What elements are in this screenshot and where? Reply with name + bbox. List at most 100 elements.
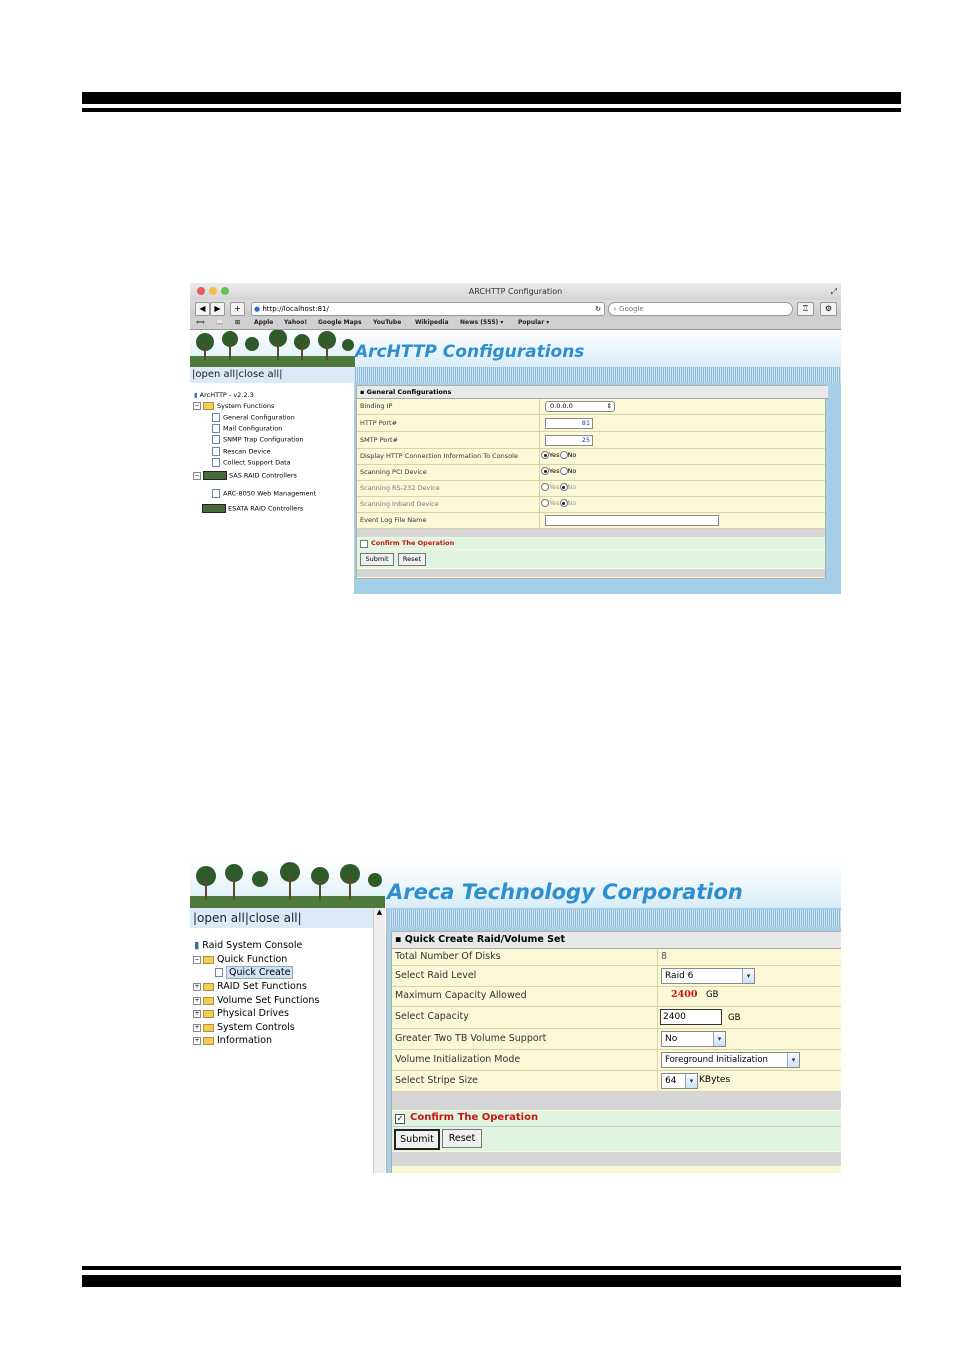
tree-arc-8050[interactable]: ARC-8050 Web Management bbox=[212, 489, 316, 498]
radio-yes[interactable] bbox=[541, 467, 549, 475]
init-mode-select[interactable]: Foreground Initialization ▾ bbox=[661, 1052, 800, 1068]
expand-icon[interactable]: + bbox=[193, 1023, 201, 1032]
tree-esata-controllers[interactable]: ESATA RAID Controllers bbox=[202, 504, 303, 513]
tree-root[interactable]: ▮ Raid System Console bbox=[194, 940, 302, 951]
controller-card-icon bbox=[202, 504, 226, 513]
fullscreen-icon[interactable]: ⤢ bbox=[831, 283, 837, 300]
radio-no[interactable] bbox=[559, 451, 568, 459]
init-mode-label: Volume Initialization Mode bbox=[395, 1054, 521, 1065]
radio-yes[interactable] bbox=[541, 499, 549, 507]
http-port-label: HTTP Port# bbox=[360, 419, 398, 427]
tree-general-configuration[interactable]: General Configuration bbox=[212, 413, 295, 422]
tree-volume-set-functions[interactable]: + Volume Set Functions bbox=[193, 995, 319, 1006]
expand-icon[interactable]: + bbox=[193, 1009, 201, 1018]
chevron-down-icon[interactable]: ▾ bbox=[787, 1053, 799, 1067]
tree-root[interactable]: ▮ ArcHTTP - v2.2.3 bbox=[194, 391, 254, 399]
add-bookmark-button[interactable]: + bbox=[230, 302, 245, 316]
settings-icon[interactable]: ⚙ bbox=[820, 302, 837, 316]
tree-system-functions[interactable]: − System Functions bbox=[193, 402, 274, 410]
confirm-checkbox[interactable]: ✓ bbox=[395, 1114, 405, 1124]
tb-support-select[interactable]: No ▾ bbox=[661, 1031, 726, 1047]
tree-quick-create[interactable]: Quick Create bbox=[215, 966, 294, 979]
chevron-down-icon[interactable]: ▾ bbox=[742, 969, 754, 983]
expand-icon[interactable]: + bbox=[193, 996, 201, 1005]
left-scrollbar[interactable]: ▲ bbox=[373, 908, 385, 1173]
bookmark-youtube[interactable]: YouTube bbox=[373, 317, 401, 329]
total-disks-label: Total Number Of Disks bbox=[395, 951, 501, 962]
binding-ip-select[interactable]: 0.0.0.0 ⇕ bbox=[545, 401, 615, 412]
confirm-label: Confirm The Operation bbox=[410, 1112, 539, 1123]
collapse-icon[interactable]: − bbox=[193, 471, 201, 480]
http-port-input[interactable]: 81 bbox=[545, 418, 593, 429]
max-capacity-value: 2400 bbox=[671, 989, 698, 1000]
close-window-icon[interactable] bbox=[197, 287, 205, 295]
tree-snmp-configuration[interactable]: SNMP Trap Configuration bbox=[212, 435, 304, 444]
reset-button[interactable]: Reset bbox=[398, 553, 426, 566]
tree-sas-controllers[interactable]: − SAS RAID Controllers bbox=[193, 471, 297, 480]
search-field[interactable]: ⌕ Google bbox=[608, 302, 793, 316]
bookmark-icon-grid[interactable]: ⊞ bbox=[235, 317, 240, 329]
url-field[interactable]: ● http://localhost:81/ ↻ bbox=[251, 302, 605, 316]
expand-icon[interactable]: + bbox=[193, 1036, 201, 1045]
bookmark-wikipedia[interactable]: Wikipedia bbox=[415, 317, 449, 329]
select-capacity-unit: GB bbox=[728, 1013, 741, 1023]
reader-button[interactable]: ♖ bbox=[797, 302, 814, 316]
open-close-links[interactable]: |open all|close all| bbox=[190, 908, 375, 928]
bookmark-yahoo[interactable]: Yahoo! bbox=[284, 317, 307, 329]
row-max-capacity: Maximum Capacity Allowed 2400 GB bbox=[392, 987, 841, 1007]
tree-rescan-device[interactable]: Rescan Device bbox=[212, 447, 271, 456]
folder-icon bbox=[203, 982, 214, 991]
section-header: ▪ Quick Create Raid/Volume Set bbox=[392, 932, 841, 949]
raid-level-select[interactable]: Raid 6 ▾ bbox=[661, 968, 755, 984]
row-total-disks: Total Number Of Disks 8 bbox=[392, 949, 841, 966]
banner: Areca Technology Corporation bbox=[190, 862, 841, 908]
tree-information[interactable]: + Information bbox=[193, 1035, 272, 1046]
dotted-header-strip bbox=[390, 910, 841, 927]
collapse-icon[interactable]: − bbox=[193, 955, 201, 964]
radio-yes[interactable] bbox=[541, 451, 549, 459]
row-binding-ip: Binding IP 0.0.0.0 ⇕ bbox=[357, 399, 825, 415]
max-capacity-label: Maximum Capacity Allowed bbox=[395, 990, 527, 1001]
event-log-input[interactable] bbox=[545, 515, 719, 526]
open-close-links[interactable]: |open all|close all| bbox=[190, 367, 356, 383]
bookmark-popular[interactable]: Popular ▾ bbox=[518, 317, 549, 329]
bookmark-apple[interactable]: Apple bbox=[254, 317, 273, 329]
collapse-icon[interactable]: − bbox=[193, 402, 201, 410]
reload-icon[interactable]: ↻ bbox=[595, 303, 601, 315]
browser-toolbar: ◀ ▶ + ● http://localhost:81/ ↻ ⌕ Google … bbox=[190, 300, 841, 317]
radio-yes[interactable] bbox=[541, 483, 549, 491]
banner: ArcHTTP Configurations bbox=[190, 330, 841, 367]
tree-mail-configuration[interactable]: Mail Configuration bbox=[212, 424, 282, 433]
submit-button[interactable]: Submit bbox=[360, 553, 394, 566]
spacer-strip bbox=[357, 529, 825, 537]
minimize-window-icon[interactable] bbox=[209, 287, 217, 295]
bookmark-google-maps[interactable]: Google Maps bbox=[318, 317, 362, 329]
scroll-up-icon[interactable]: ▲ bbox=[374, 908, 385, 916]
tree-raid-set-functions[interactable]: + RAID Set Functions bbox=[193, 981, 307, 992]
forward-button[interactable]: ▶ bbox=[210, 302, 225, 316]
display-http-radios: Yes No bbox=[541, 451, 576, 459]
tree-system-controls[interactable]: + System Controls bbox=[193, 1022, 295, 1033]
section-header: ▪ General Configurations bbox=[357, 386, 828, 399]
chevron-down-icon[interactable]: ▾ bbox=[713, 1032, 725, 1046]
smtp-port-input[interactable]: 25 bbox=[545, 435, 593, 446]
reset-button[interactable]: Reset bbox=[442, 1129, 482, 1148]
zoom-window-icon[interactable] bbox=[221, 287, 229, 295]
back-button[interactable]: ◀ bbox=[195, 302, 210, 316]
tree-quick-function[interactable]: − Quick Function bbox=[193, 954, 287, 965]
chevron-down-icon[interactable]: ▾ bbox=[685, 1074, 697, 1088]
bookmark-news[interactable]: News (555) ▾ bbox=[460, 317, 503, 329]
stripe-size-unit: KBytes bbox=[699, 1075, 731, 1085]
bookmark-icon-reading[interactable]: ⟺ bbox=[196, 317, 205, 329]
radio-no[interactable] bbox=[559, 499, 568, 507]
bookmark-icon-book[interactable]: 📖 bbox=[216, 317, 223, 329]
expand-icon[interactable]: + bbox=[193, 982, 201, 991]
radio-no[interactable] bbox=[559, 467, 568, 475]
submit-button[interactable]: Submit bbox=[394, 1129, 440, 1150]
radio-no[interactable] bbox=[559, 483, 568, 491]
stripe-size-select[interactable]: 64 ▾ bbox=[661, 1073, 698, 1089]
confirm-checkbox[interactable] bbox=[360, 540, 368, 548]
select-capacity-input[interactable]: 2400 bbox=[660, 1009, 722, 1025]
tree-collect-support-data[interactable]: Collect Support Data bbox=[212, 458, 291, 467]
tree-physical-drives[interactable]: + Physical Drives bbox=[193, 1008, 289, 1019]
